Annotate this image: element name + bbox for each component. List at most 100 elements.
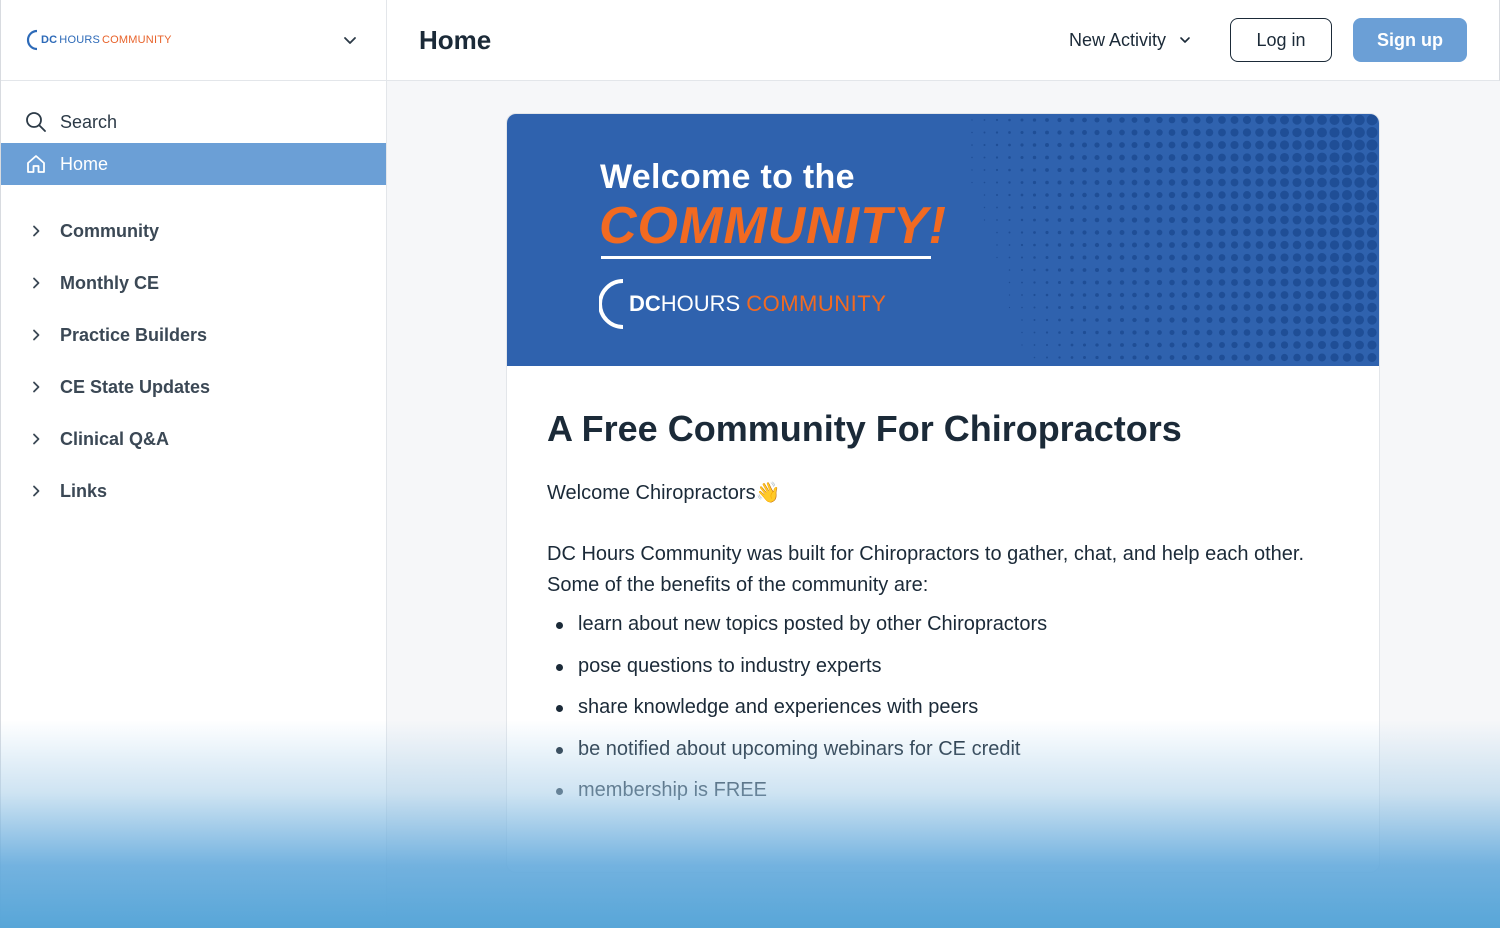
halftone-dot <box>1082 205 1087 210</box>
halftone-dot <box>1230 216 1239 224</box>
halftone-dot <box>1107 280 1112 285</box>
halftone-dot <box>1033 281 1036 284</box>
halftone-dot <box>1045 155 1049 160</box>
home-icon <box>25 153 47 175</box>
halftone-dot <box>1032 143 1037 147</box>
halftone-dot <box>1181 116 1188 124</box>
halftone-dot <box>1243 278 1251 287</box>
halftone-dot <box>1082 217 1087 223</box>
halftone-dot <box>1181 292 1188 298</box>
halftone-dot <box>1156 154 1163 161</box>
halftone-dot <box>1342 265 1352 275</box>
halftone-dot <box>1082 142 1087 148</box>
sidebar-nav: Search Home Community Monthly CE Practic… <box>1 81 386 517</box>
sidebar-item-ce-state-updates[interactable]: CE State Updates <box>1 361 386 413</box>
signup-button[interactable]: Sign up <box>1353 18 1467 62</box>
halftone-dot <box>1243 329 1251 336</box>
halftone-dot <box>1057 155 1062 160</box>
halftone-dot <box>1020 256 1024 259</box>
halftone-dot <box>1304 165 1315 175</box>
halftone-dot <box>1156 242 1163 248</box>
halftone-dot <box>1292 177 1302 188</box>
halftone-dot <box>1181 154 1188 161</box>
halftone-dot <box>1330 278 1339 287</box>
community-logo[interactable]: DC HOURS COMMUNITY <box>25 29 172 51</box>
halftone-dot <box>1354 189 1365 201</box>
logo-arc-icon <box>599 279 624 329</box>
halftone-dot <box>971 119 973 121</box>
halftone-dot <box>1206 266 1213 274</box>
halftone-dot <box>1255 178 1264 187</box>
halftone-dot <box>1082 130 1087 135</box>
halftone-dot <box>1033 218 1036 222</box>
halftone-dot <box>1267 140 1277 150</box>
halftone-dot <box>1255 291 1264 299</box>
halftone-dot <box>1058 318 1061 322</box>
halftone-dot <box>1329 227 1340 238</box>
halftone-dot <box>1317 290 1327 300</box>
halftone-dot <box>996 231 998 234</box>
halftone-dot <box>1292 115 1302 125</box>
halftone-dot <box>1293 353 1301 362</box>
halftone-dot <box>1230 153 1239 162</box>
halftone-dot <box>1367 315 1377 325</box>
halftone-dot <box>1354 290 1365 300</box>
halftone-dot <box>1021 281 1023 284</box>
halftone-dot <box>1169 242 1175 248</box>
halftone-dot <box>1181 191 1188 199</box>
chevron-right-icon <box>25 220 47 242</box>
community-switcher-button[interactable] <box>338 28 362 52</box>
halftone-dot <box>1094 255 1100 260</box>
halftone-dot <box>1057 205 1062 210</box>
sidebar-item-links[interactable]: Links <box>1 465 386 517</box>
halftone-dot <box>1095 330 1099 335</box>
halftone-dot <box>1230 228 1239 237</box>
halftone-dot <box>1243 266 1251 274</box>
halftone-dot <box>1181 329 1188 336</box>
banner-welcome-text: Welcome to the <box>600 158 855 196</box>
halftone-dot <box>1033 344 1036 346</box>
login-button[interactable]: Log in <box>1230 18 1332 62</box>
sidebar-item-practice-builders[interactable]: Practice Builders <box>1 309 386 361</box>
halftone-dot <box>1354 152 1365 163</box>
sidebar-item-label: CE State Updates <box>60 376 211 397</box>
sidebar-item-clinical-qa[interactable]: Clinical Q&A <box>1 413 386 465</box>
halftone-dot <box>1032 155 1037 160</box>
halftone-dot <box>1354 177 1365 188</box>
halftone-dot <box>1095 318 1099 322</box>
logo-hours: HOURS <box>59 34 101 46</box>
sidebar-item-search[interactable]: Search <box>1 101 386 143</box>
list-item: membership is FREE <box>547 775 1339 817</box>
halftone-dot <box>1342 340 1352 350</box>
halftone-dot <box>1032 193 1037 197</box>
halftone-dot <box>1008 193 1011 197</box>
halftone-dot <box>1106 179 1113 186</box>
halftone-dot <box>1021 319 1023 321</box>
halftone-dot <box>1033 206 1036 209</box>
halftone-dot <box>1218 316 1226 324</box>
halftone-dot <box>1280 215 1289 225</box>
halftone-dot <box>1242 178 1252 187</box>
logo-dc: DC <box>41 34 58 46</box>
halftone-dot <box>1144 254 1150 261</box>
halftone-dot <box>1020 155 1024 160</box>
halftone-dot <box>1008 306 1011 309</box>
sidebar-item-community[interactable]: Community <box>1 205 386 257</box>
halftone-dot <box>1058 306 1061 309</box>
halftone-dot <box>1132 355 1137 360</box>
halftone-dot <box>1082 330 1087 335</box>
sidebar-item-monthly-ce[interactable]: Monthly CE <box>1 257 386 309</box>
halftone-dot <box>1107 330 1112 335</box>
halftone-dot <box>1008 206 1011 209</box>
new-activity-dropdown[interactable]: New Activity <box>1069 30 1192 51</box>
halftone-dot <box>1317 127 1327 138</box>
halftone-dot <box>1305 303 1314 312</box>
halftone-dot <box>1008 244 1011 246</box>
halftone-dot <box>1242 115 1252 125</box>
halftone-dot <box>1194 292 1200 298</box>
halftone-dot <box>1268 303 1276 312</box>
halftone-dot <box>1342 353 1352 362</box>
halftone-dot <box>1132 280 1137 285</box>
halftone-dot <box>1205 116 1214 124</box>
sidebar-item-home[interactable]: Home <box>1 143 386 185</box>
